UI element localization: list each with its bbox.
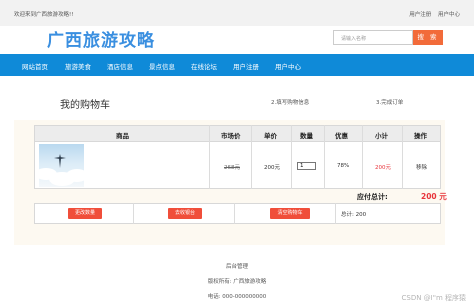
column-divider: [133, 203, 134, 224]
column-divider: [362, 125, 363, 189]
header-discount: 优惠: [335, 132, 348, 140]
nav-item-home[interactable]: 网站首页: [22, 61, 48, 71]
header-subtotal: 小计: [375, 132, 388, 140]
header-unit-price: 单价: [264, 132, 277, 140]
header-market-price: 市场价: [221, 132, 241, 140]
market-price-value: 268元: [224, 165, 240, 171]
user-center-link[interactable]: 用户中心: [438, 12, 460, 18]
column-divider: [335, 203, 336, 224]
cart-title: 我的购物车: [60, 100, 110, 111]
column-divider: [234, 203, 235, 224]
search-button[interactable]: 搜 索: [413, 30, 443, 45]
remove-link[interactable]: 移除: [416, 163, 427, 171]
product-thumbnail[interactable]: [39, 144, 84, 187]
step-complete-order: 3.完成订单: [376, 100, 404, 106]
unit-price-value: 200元: [264, 165, 280, 171]
cart-total-count: 总计: 200: [341, 212, 367, 218]
nav-item-forum[interactable]: 在线论坛: [191, 61, 217, 71]
nav-item-attractions[interactable]: 景点信息: [149, 61, 175, 71]
header-quantity: 数量: [300, 132, 313, 140]
header-action: 操作: [414, 132, 427, 140]
update-quantity-button[interactable]: 更改数量: [68, 208, 102, 219]
cloud-shape: [66, 169, 84, 182]
total-value: 200 元: [421, 192, 447, 201]
watermark-text: CSDN @I"m 程序猿: [401, 294, 466, 302]
header-product: 商品: [116, 132, 129, 140]
welcome-text: 欢迎来到广西旅游攻略!!: [14, 12, 74, 18]
header: 广西旅游攻略 请输入名称 搜 索: [0, 26, 474, 54]
nav-item-user-center[interactable]: 用户中心: [275, 61, 301, 71]
site-logo[interactable]: 广西旅游攻略: [47, 26, 155, 51]
subtotal-value: 200元: [375, 165, 391, 171]
quantity-input[interactable]: 1: [297, 162, 316, 170]
checkout-button[interactable]: 去收银台: [168, 208, 202, 219]
discount-value: 78%: [337, 163, 350, 169]
column-divider: [209, 125, 210, 189]
search-input[interactable]: 请输入名称: [333, 30, 413, 45]
total-label: 应付总计:: [357, 193, 388, 201]
clear-cart-button[interactable]: 清空购物车: [270, 208, 310, 219]
column-divider: [291, 125, 292, 189]
step-fill-info: 2.填写购物信息: [271, 100, 310, 106]
nav-item-hotels[interactable]: 酒店信息: [107, 61, 133, 71]
top-links: 用户注册 用户中心: [404, 10, 460, 18]
column-divider: [402, 125, 403, 189]
column-divider: [251, 125, 252, 189]
admin-link[interactable]: 后台管理: [0, 262, 474, 270]
main-nav: 网站首页 旅游美食 酒店信息 景点信息 在线论坛 用户注册 用户中心: [0, 54, 474, 76]
register-link[interactable]: 用户注册: [409, 12, 431, 18]
statue-silhouette-icon: [54, 154, 66, 168]
top-bar: 欢迎来到广西旅游攻略!! 用户注册 用户中心: [0, 0, 474, 26]
column-divider: [324, 125, 325, 189]
nav-item-food[interactable]: 旅游美食: [65, 61, 91, 71]
nav-item-register[interactable]: 用户注册: [233, 61, 259, 71]
copyright-text: 版权所有: 广西旅游攻略: [207, 279, 267, 285]
